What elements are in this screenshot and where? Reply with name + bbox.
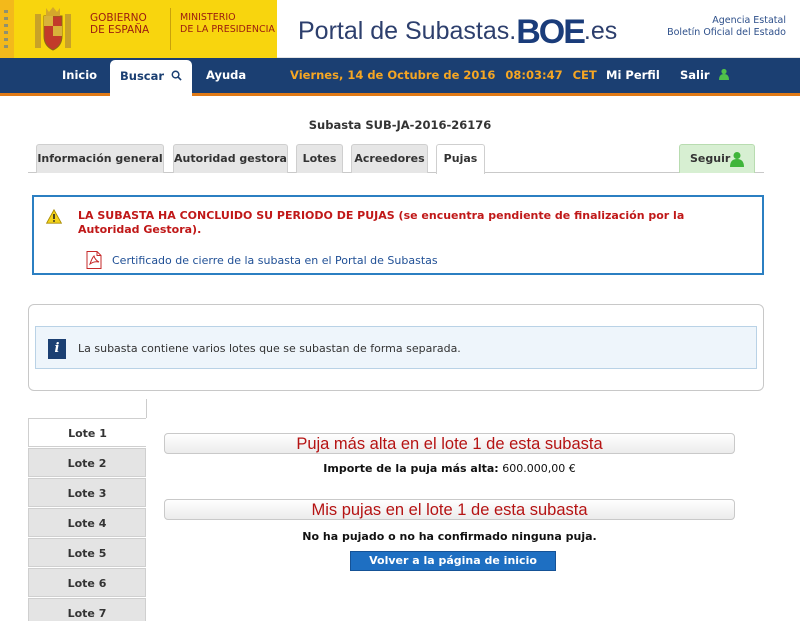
lot-tab-6[interactable]: Lote 6 xyxy=(28,568,146,597)
auction-tabs: Información general Autoridad gestora Lo… xyxy=(28,142,764,174)
server-clock: Viernes, 14 de Octubre de 2016 08:03:47 CE… xyxy=(290,58,607,93)
ministry-line1: MINISTERIO xyxy=(180,12,236,23)
agency-line2: Boletín Oficial del Estado xyxy=(667,27,786,38)
user-icon xyxy=(718,68,729,80)
tab-bids[interactable]: Pujas xyxy=(436,144,485,174)
closing-certificate-link[interactable]: Certificado de cierre de la subasta en e… xyxy=(86,251,438,269)
boe-brand: BOE xyxy=(516,13,586,51)
highest-bid-line: Importe de la puja más alta: 600.000,00 … xyxy=(164,462,735,475)
ministry-line2: DE LA PRESIDENCIA xyxy=(180,24,275,35)
lot-tab-2[interactable]: Lote 2 xyxy=(28,448,146,477)
lot-tabs: Lote 1 Lote 2 Lote 3 Lote 4 Lote 5 Lote … xyxy=(28,399,147,621)
highest-bid-value: 600.000,00 € xyxy=(502,462,576,475)
portal-prefix: Portal de Subastas. xyxy=(298,17,517,45)
government-name: GOBIERNO DE ESPAÑA xyxy=(90,12,149,36)
nav-home[interactable]: Inicio xyxy=(62,58,97,93)
tab-managing-authority[interactable]: Autoridad gestora xyxy=(173,144,288,173)
warning-icon xyxy=(46,209,62,224)
main-navbar: Inicio Buscar Ayuda Viernes, 14 de Octub… xyxy=(0,58,800,96)
lot-tabs-divider xyxy=(146,399,147,418)
info-message-box: i La subasta contiene varios lotes que s… xyxy=(35,326,757,369)
lot-tab-5[interactable]: Lote 5 xyxy=(28,538,146,567)
gov-line2: DE ESPAÑA xyxy=(90,24,150,36)
coat-of-arms-icon xyxy=(35,7,71,51)
my-bids-empty-message: No ha pujado o no ha confirmado ninguna … xyxy=(302,530,597,543)
logout-label: Salir xyxy=(680,68,710,82)
auction-title: Subasta SUB-JA-2016-26176 xyxy=(308,118,492,132)
agency-line1: Agencia Estatal xyxy=(712,15,786,26)
tab-creditors[interactable]: Acreedores xyxy=(351,144,428,173)
nav-search[interactable]: Buscar xyxy=(110,60,193,96)
nav-logout[interactable]: Salir xyxy=(680,58,730,93)
my-bids-heading: Mis pujas en el lote 1 de esta subasta xyxy=(164,499,735,520)
gov-line1: GOBIERNO xyxy=(90,12,147,24)
highest-bid-heading: Puja más alta en el lote 1 de esta subas… xyxy=(164,433,735,454)
portal-suffix: .es xyxy=(583,17,618,45)
closing-certificate-text: Certificado de cierre de la subasta en e… xyxy=(112,253,438,267)
nav-search-label: Buscar xyxy=(120,69,165,83)
clock-timezone: CET xyxy=(572,68,597,82)
follow-button[interactable]: Seguir xyxy=(679,144,755,173)
clock-time: 08:03:47 xyxy=(505,68,563,82)
tab-general-info[interactable]: Información general xyxy=(36,144,164,173)
alert-message: LA SUBASTA HA CONCLUIDO SU PERIODO DE PU… xyxy=(78,209,685,236)
highest-bid-label: Importe de la puja más alta: xyxy=(323,462,499,475)
lot-tab-1[interactable]: Lote 1 xyxy=(28,418,146,447)
clock-date: Viernes, 14 de Octubre de 2016 xyxy=(290,68,496,82)
agency-name[interactable]: Agencia Estatal Boletín Oficial del Esta… xyxy=(667,15,786,39)
info-message: La subasta contiene varios lotes que se … xyxy=(78,342,461,355)
pdf-file-icon xyxy=(86,251,102,269)
search-icon xyxy=(171,70,182,81)
eu-flag-strip xyxy=(0,0,14,58)
nav-profile[interactable]: Mi Perfil xyxy=(606,58,660,93)
lot-tab-4[interactable]: Lote 4 xyxy=(28,508,146,537)
lot-tab-3[interactable]: Lote 3 xyxy=(28,478,146,507)
ministry-name: MINISTERIO DE LA PRESIDENCIA xyxy=(180,12,275,36)
info-icon: i xyxy=(48,339,66,359)
portal-logo[interactable]: Portal de Subastas.BOE.es xyxy=(298,13,617,52)
site-header: GOBIERNO DE ESPAÑA MINISTERIO DE LA PRES… xyxy=(0,0,800,58)
follow-label: Seguir xyxy=(690,152,731,165)
government-banner[interactable]: GOBIERNO DE ESPAÑA MINISTERIO DE LA PRES… xyxy=(0,0,277,58)
nav-help[interactable]: Ayuda xyxy=(206,58,246,93)
person-icon xyxy=(730,152,744,167)
auction-closed-alert: LA SUBASTA HA CONCLUIDO SU PERIODO DE PU… xyxy=(32,195,764,275)
tab-lots[interactable]: Lotes xyxy=(296,144,343,173)
back-to-home-button[interactable]: Volver a la página de inicio xyxy=(350,551,556,571)
lot-tab-7[interactable]: Lote 7 xyxy=(28,598,146,621)
info-panel: i La subasta contiene varios lotes que s… xyxy=(28,304,764,391)
header-divider xyxy=(170,8,171,50)
